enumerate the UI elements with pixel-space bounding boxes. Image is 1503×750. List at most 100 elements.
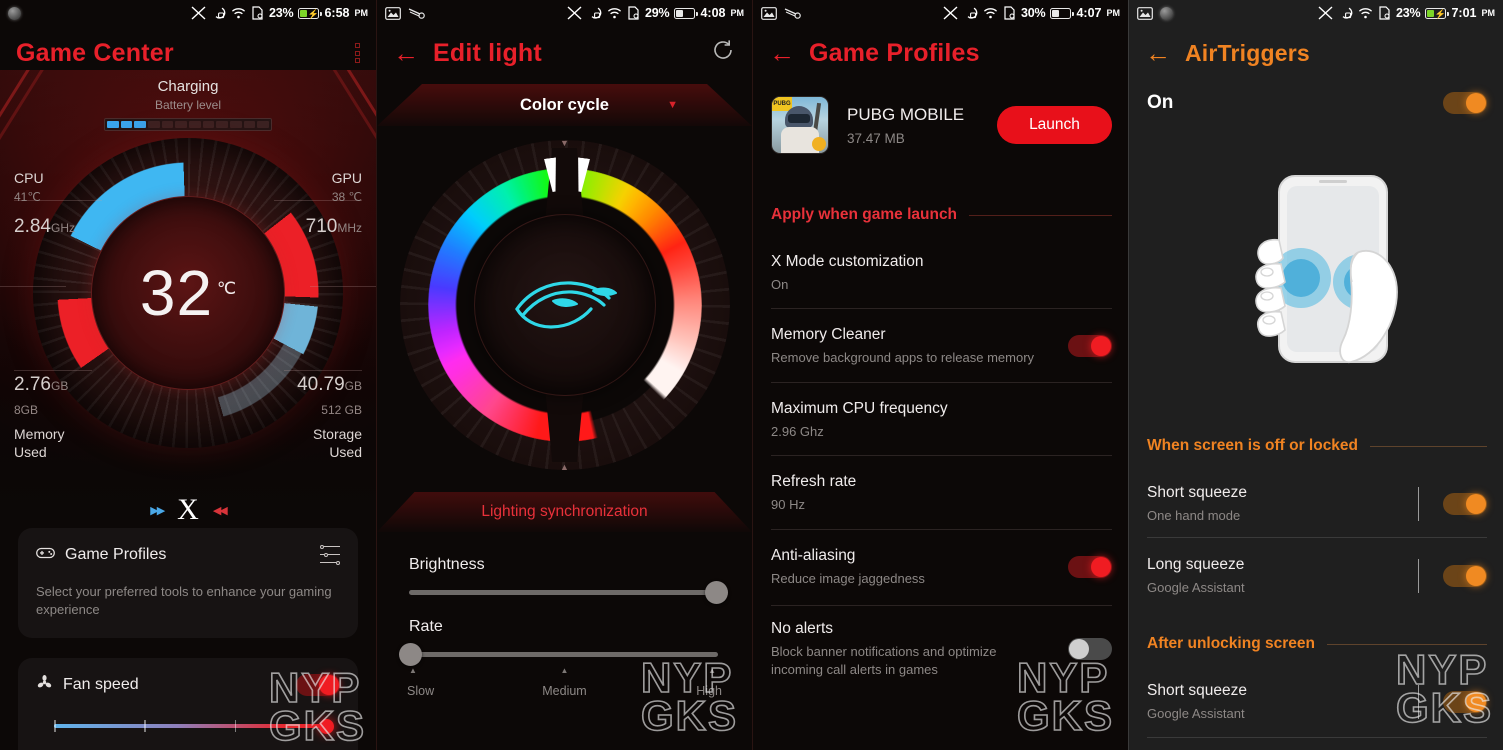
memory-cleaner-toggle[interactable] (1068, 335, 1112, 358)
stat-gpu: GPU 38 ℃ 710MHz (306, 170, 362, 238)
rate-label: Rate (409, 618, 443, 635)
sd-card-icon (627, 6, 640, 20)
rate-slider[interactable] (399, 643, 718, 666)
airtriggers-master-label: On (1147, 92, 1174, 113)
storage-total: 512 GB (321, 403, 362, 417)
rate-slider-knob[interactable] (399, 643, 422, 666)
wifi-icon (607, 7, 622, 20)
panel-game-center: 23% ⚡ 6:58 PM Game Center Charging Batte… (0, 0, 376, 750)
divider (771, 382, 1112, 383)
row-title: Short squeeze (1147, 682, 1247, 699)
memory-label-line1: Memory (14, 426, 65, 442)
storage-used-unit: GB (344, 379, 362, 393)
sliders-icon[interactable] (320, 544, 340, 565)
system-monitor-hero: Charging Battery level 32 ℃ CPU 41℃ 2.84… (0, 70, 376, 520)
row-title: Long squeeze (1147, 556, 1245, 573)
row-short-squeeze-unlocked[interactable]: Short squeeze Google Assistant (1147, 682, 1487, 723)
back-button[interactable]: ← (393, 40, 419, 66)
row-subtitle: Reduce image jaggedness (771, 571, 925, 586)
memory-used-unit: GB (50, 379, 69, 393)
card-title-fan-speed: Fan speed (63, 676, 139, 693)
shake-icon (408, 7, 425, 20)
card-game-profiles[interactable]: Game Profiles Select your preferred tool… (18, 528, 358, 638)
row-memory-cleaner[interactable]: Memory Cleaner Remove background apps to… (771, 326, 1112, 367)
page-title: Edit light (433, 38, 542, 67)
back-button[interactable]: ← (769, 40, 795, 66)
airtriggers-master-toggle[interactable] (1443, 92, 1487, 114)
brightness-label: Brightness (409, 556, 485, 573)
watermark: NYPGKS (640, 653, 738, 740)
x-app-icon (191, 6, 206, 20)
clock-ampm: PM (354, 8, 369, 18)
do-not-disturb-icon (1338, 6, 1353, 20)
memory-used-value: 2.76 (14, 374, 51, 395)
gpu-freq-value: 710 (305, 216, 338, 237)
row-subtitle: Google Assistant (1147, 706, 1245, 721)
back-button[interactable]: ← (1145, 40, 1171, 66)
section-rule (1326, 643, 1487, 645)
battery-percent: 23% (269, 6, 294, 20)
x-mode-button[interactable]: ▶▶ X ◀◀ X Mode (0, 495, 376, 521)
image-icon (385, 6, 401, 20)
gamepad-icon (36, 546, 55, 564)
battery-charging-icon: ⚡ (298, 7, 322, 19)
row-refresh-rate[interactable]: Refresh rate 90 Hz (771, 473, 1112, 514)
page-title: AirTriggers (1185, 39, 1310, 66)
section-header-screen-off: When screen is off or locked (1147, 437, 1487, 455)
short-squeeze-unlocked-toggle[interactable] (1443, 691, 1487, 714)
divider (771, 308, 1112, 309)
row-subtitle: Remove background apps to release memory (771, 350, 1035, 365)
row-subtitle: 90 Hz (771, 497, 805, 512)
temperature-value: 32 (139, 256, 214, 329)
do-not-disturb-icon (211, 6, 226, 20)
row-x-mode-customization[interactable]: X Mode customization On (771, 253, 1112, 294)
short-squeeze-locked-toggle[interactable] (1443, 493, 1487, 516)
clock-time: 4:08 (700, 6, 726, 20)
overflow-menu-button[interactable] (355, 43, 360, 63)
temperature-unit: ℃ (217, 278, 237, 298)
row-no-alerts[interactable]: No alerts Block banner notifications and… (771, 620, 1112, 678)
card-title-game-profiles: Game Profiles (65, 545, 167, 563)
four-panel-screenshot-strip: 23% ⚡ 6:58 PM Game Center Charging Batte… (0, 0, 1503, 750)
sd-card-icon (251, 6, 264, 20)
rate-tick-medium: Medium (542, 684, 587, 698)
brightness-slider-knob[interactable] (705, 581, 728, 604)
reset-button[interactable] (710, 37, 736, 70)
airtriggers-master-row[interactable]: On (1147, 92, 1487, 114)
launch-button[interactable]: Launch (997, 106, 1112, 144)
battery-percent: 29% (645, 6, 670, 20)
card-fan-speed[interactable]: Fan speed (18, 658, 358, 750)
wifi-icon (983, 7, 998, 20)
wifi-icon (231, 7, 246, 20)
storage-label-line2: Used (329, 444, 362, 460)
no-alerts-toggle[interactable] (1068, 638, 1112, 661)
battery-percent: 23% (1396, 6, 1421, 20)
row-maximum-cpu-frequency[interactable]: Maximum CPU frequency 2.96 Ghz (771, 400, 1112, 441)
rgb-color-wheel[interactable]: ▼ ▲ (399, 138, 730, 472)
menu-dots-icon (355, 43, 360, 63)
divider (771, 455, 1112, 456)
game-app-row[interactable]: PUBG PUBG MOBILE 37.47 MB Launch (771, 96, 1112, 154)
card-desc-game-profiles: Select your preferred tools to enhance y… (36, 584, 332, 617)
lighting-sync-banner[interactable]: Lighting synchronization (377, 492, 752, 532)
row-title: No alerts (771, 620, 834, 637)
light-mode-label: Color cycle (520, 95, 609, 114)
row-short-squeeze-locked[interactable]: Short squeeze One hand mode (1147, 484, 1487, 525)
gpu-label: GPU (331, 170, 362, 186)
section-rule (969, 214, 1112, 216)
brightness-slider[interactable] (409, 581, 728, 604)
anti-aliasing-toggle[interactable] (1068, 556, 1112, 579)
cpu-freq-value: 2.84 (14, 216, 51, 237)
refresh-icon (710, 39, 736, 69)
image-icon (1137, 6, 1153, 20)
row-anti-aliasing[interactable]: Anti-aliasing Reduce image jaggedness (771, 547, 1112, 588)
long-squeeze-locked-toggle[interactable] (1443, 565, 1487, 588)
light-mode-selector[interactable]: Color cycle ▼ (377, 84, 752, 126)
fan-speed-toggle[interactable] (296, 674, 340, 696)
fan-speed-slider-knob[interactable] (319, 719, 334, 734)
fan-speed-slider[interactable] (54, 719, 334, 734)
section-title: Apply when game launch (771, 206, 958, 223)
app-bar: ← AirTriggers (1129, 28, 1503, 78)
row-long-squeeze-locked[interactable]: Long squeeze Google Assistant (1147, 556, 1487, 597)
battery-percent: 30% (1021, 6, 1046, 20)
